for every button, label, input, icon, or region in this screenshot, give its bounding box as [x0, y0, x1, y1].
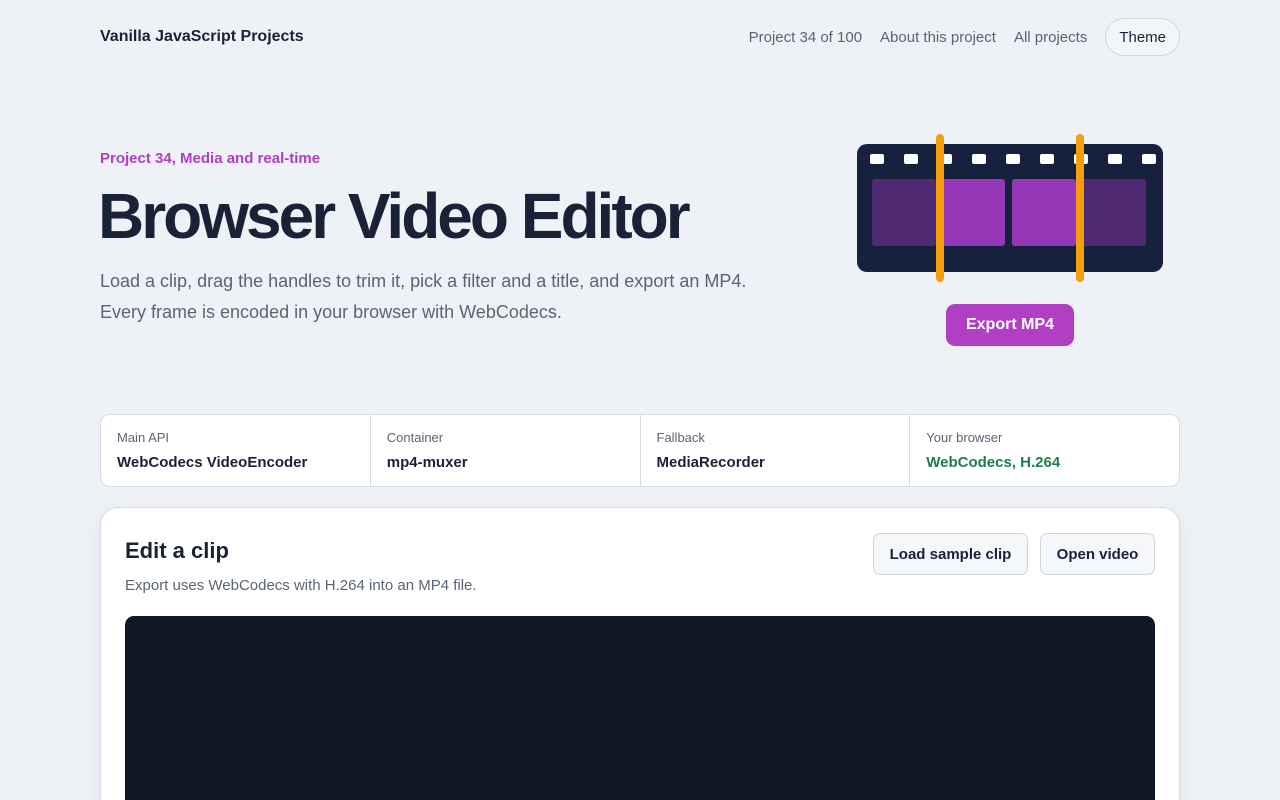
info-value: mp4-muxer [386, 454, 468, 471]
browser-support-status: WebCodecs, H.264 [926, 454, 1061, 471]
info-label: Your browser [926, 430, 1003, 445]
film-strip-icon [857, 134, 1163, 282]
info-container: Container mp4-muxer [369, 415, 640, 486]
editor-card: Edit a clip Export uses WebCodecs with H… [100, 507, 1180, 800]
hero-eyebrow: Project 34, Media and real-time [100, 150, 321, 167]
info-main-api: Main API WebCodecs VideoEncoder [101, 415, 370, 486]
top-nav: Project 34 of 100 About this project All… [749, 18, 1180, 56]
hero-description: Load a clip, drag the handles to trim it… [100, 271, 747, 322]
info-your-browser: Your browser WebCodecs, H.264 [909, 415, 1179, 486]
video-preview[interactable] [125, 616, 1155, 800]
nav-project-progress[interactable]: Project 34 of 100 [749, 29, 862, 46]
tech-info-strip: Main API WebCodecs VideoEncoder Containe… [100, 414, 1180, 487]
info-label: Main API [117, 430, 170, 445]
brand-title[interactable]: Vanilla JavaScript Projects [100, 28, 304, 46]
info-value: MediaRecorder [656, 454, 765, 471]
info-label: Container [386, 430, 444, 445]
load-sample-clip-button[interactable]: Load sample clip [873, 533, 1028, 575]
nav-about-link[interactable]: About this project [880, 29, 996, 46]
nav-all-projects-link[interactable]: All projects [1014, 29, 1087, 46]
info-fallback: Fallback MediaRecorder [639, 415, 910, 486]
export-mp4-button[interactable]: Export MP4 [946, 304, 1074, 346]
editor-subtitle: Export uses WebCodecs with H.264 into an… [125, 577, 477, 594]
top-bar: Vanilla JavaScript Projects Project 34 o… [100, 18, 1180, 56]
theme-toggle-button[interactable]: Theme [1105, 18, 1180, 56]
open-video-button[interactable]: Open video [1040, 533, 1155, 575]
info-value: WebCodecs VideoEncoder [117, 454, 308, 471]
editor-title: Edit a clip [125, 538, 229, 563]
page-title: Browser Video Editor [98, 180, 691, 252]
info-label: Fallback [656, 430, 705, 445]
